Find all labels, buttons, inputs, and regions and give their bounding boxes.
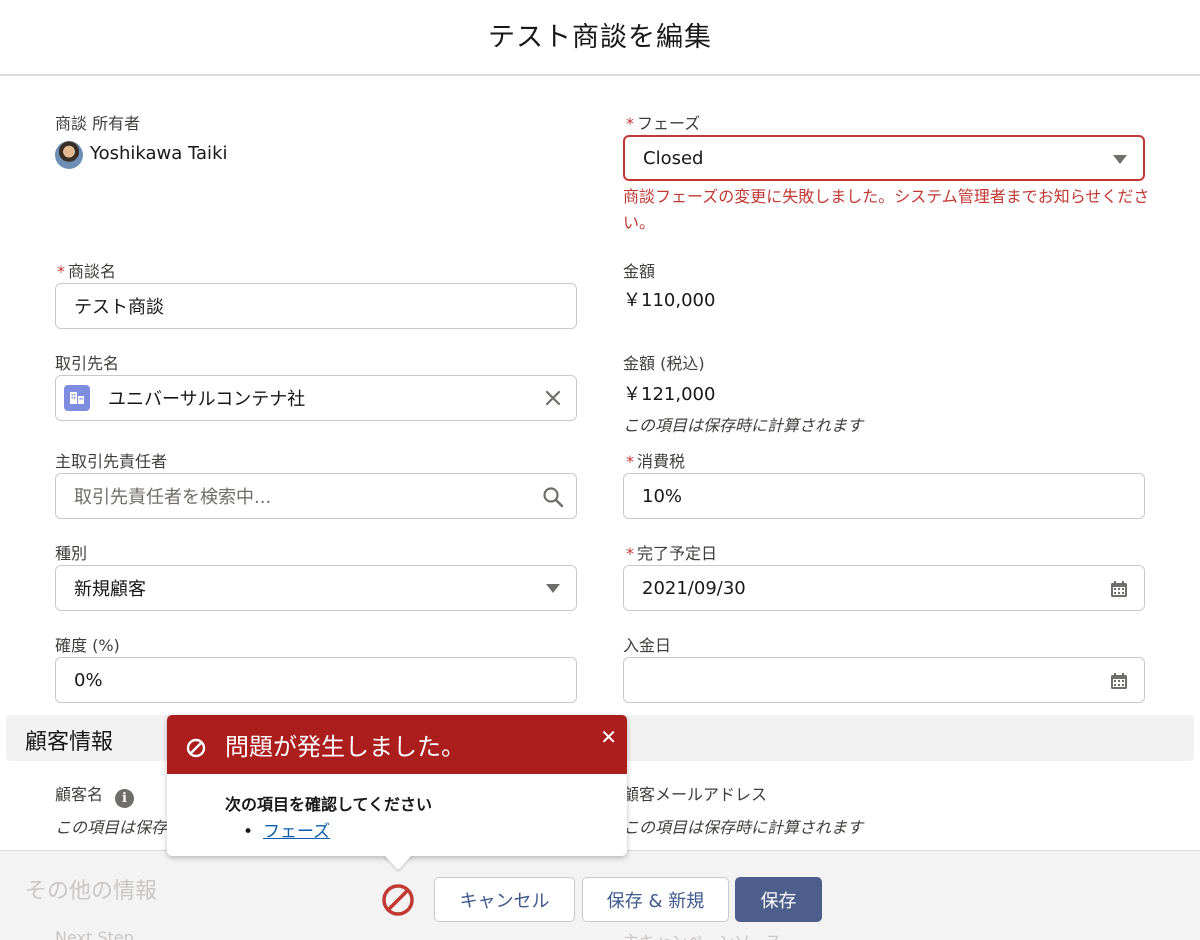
- opportunity-name-input[interactable]: テスト商談: [55, 283, 577, 329]
- amount-label: 金額: [623, 262, 656, 281]
- phase-label: * フェーズ: [626, 114, 701, 133]
- amount-value: ￥110,000: [623, 290, 716, 311]
- error-popover: 問題が発生しました。 ✕ 次の項目を確認してください • フェーズ: [167, 715, 627, 870]
- account-icon: [64, 385, 90, 411]
- account-name-value: ユニバーサルコンテナ社: [108, 389, 306, 410]
- probability-input[interactable]: 0%: [55, 657, 577, 703]
- payment-date-label: 入金日: [623, 636, 672, 655]
- calendar-icon[interactable]: [1110, 672, 1128, 690]
- search-icon: [543, 487, 564, 508]
- campaign-source-label: 主キャンペーンソース: [623, 928, 781, 940]
- close-date-input[interactable]: 2021/09/30: [623, 565, 1145, 611]
- type-select[interactable]: 新規顧客: [55, 565, 577, 611]
- error-field-link-phase[interactable]: フェーズ: [263, 822, 330, 842]
- error-popover-header: 問題が発生しました。 ✕: [167, 715, 627, 774]
- next-step-label: Next Step: [55, 928, 134, 940]
- phase-select[interactable]: Closed: [623, 135, 1145, 181]
- customer-section-title: 顧客情報: [25, 730, 114, 755]
- owner-name: Yoshikawa Taiki: [90, 143, 228, 164]
- close-icon[interactable]: ✕: [600, 725, 617, 749]
- customer-email-label: 顧客メールアドレス: [623, 785, 768, 804]
- modal-header: テスト商談を編集: [0, 0, 1200, 76]
- other-section-title: その他の情報: [25, 879, 158, 904]
- calendar-icon[interactable]: [1110, 580, 1128, 598]
- customer-name-note: この項目は保存: [55, 818, 168, 837]
- avatar: [55, 141, 83, 169]
- amount-tax-label: 金額 (税込): [623, 354, 705, 373]
- payment-date-input[interactable]: [623, 657, 1145, 703]
- opportunity-name-label: * 商談名: [57, 262, 117, 281]
- error-popover-subtitle: 次の項目を確認してください: [225, 795, 433, 814]
- popover-pointer: [383, 854, 413, 870]
- amount-tax-value: ￥121,000: [623, 384, 716, 405]
- phase-error-message: 商談フェーズの変更に失敗しました。システム管理者までお知らせください。: [623, 187, 1150, 232]
- owner-label: 商談 所有者: [55, 114, 141, 133]
- tax-input[interactable]: 10%: [623, 473, 1145, 519]
- close-date-label: * 完了予定日: [626, 544, 718, 563]
- customer-name-label: 顧客名 i: [55, 781, 135, 808]
- primary-contact-label: 主取引先責任者: [55, 452, 168, 471]
- ban-icon: [186, 738, 206, 758]
- close-icon[interactable]: [544, 389, 562, 407]
- primary-contact-search[interactable]: 取引先責任者を検索中...: [55, 473, 577, 519]
- chevron-down-icon: [546, 584, 560, 593]
- amount-tax-note: この項目は保存時に計算されます: [623, 416, 864, 435]
- cancel-button[interactable]: キャンセル: [434, 877, 575, 922]
- customer-email-note: この項目は保存時に計算されます: [623, 818, 864, 837]
- account-name-label: 取引先名: [55, 354, 120, 373]
- account-lookup[interactable]: ユニバーサルコンテナ社: [55, 375, 577, 421]
- probability-label: 確度 (%): [55, 636, 120, 655]
- chevron-down-icon: [1113, 155, 1127, 164]
- error-popover-title: 問題が発生しました。: [225, 733, 465, 761]
- type-label: 種別: [55, 544, 88, 563]
- save-button[interactable]: 保存: [735, 877, 822, 922]
- tax-label: * 消費税: [626, 452, 686, 471]
- error-field-list: • フェーズ: [243, 822, 331, 842]
- error-icon-button[interactable]: [378, 880, 418, 920]
- save-new-button[interactable]: 保存 & 新規: [582, 877, 729, 922]
- info-icon[interactable]: i: [115, 789, 135, 808]
- page-title: テスト商談を編集: [488, 21, 712, 53]
